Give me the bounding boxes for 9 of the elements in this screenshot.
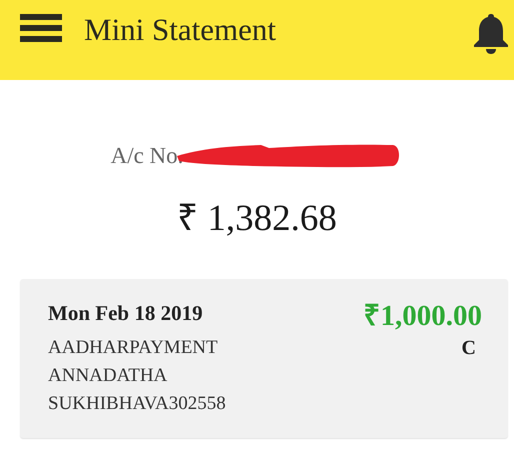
menu-icon[interactable] bbox=[20, 14, 62, 42]
account-balance: ₹ 1,382.68 bbox=[176, 197, 338, 241]
transaction-date: Mon Feb 18 2019 bbox=[48, 301, 204, 326]
account-number-label: A/c No. bbox=[110, 143, 184, 169]
transaction-type: C bbox=[462, 337, 476, 360]
transaction-amount: ₹1,000.00 bbox=[364, 301, 482, 331]
screen-title: Mini Statement bbox=[84, 11, 276, 49]
notification-bell-icon[interactable] bbox=[472, 12, 510, 54]
transaction-description: AADHARPAYMENT ANNADATHA SUKHIBHAVA302558 bbox=[48, 336, 227, 416]
